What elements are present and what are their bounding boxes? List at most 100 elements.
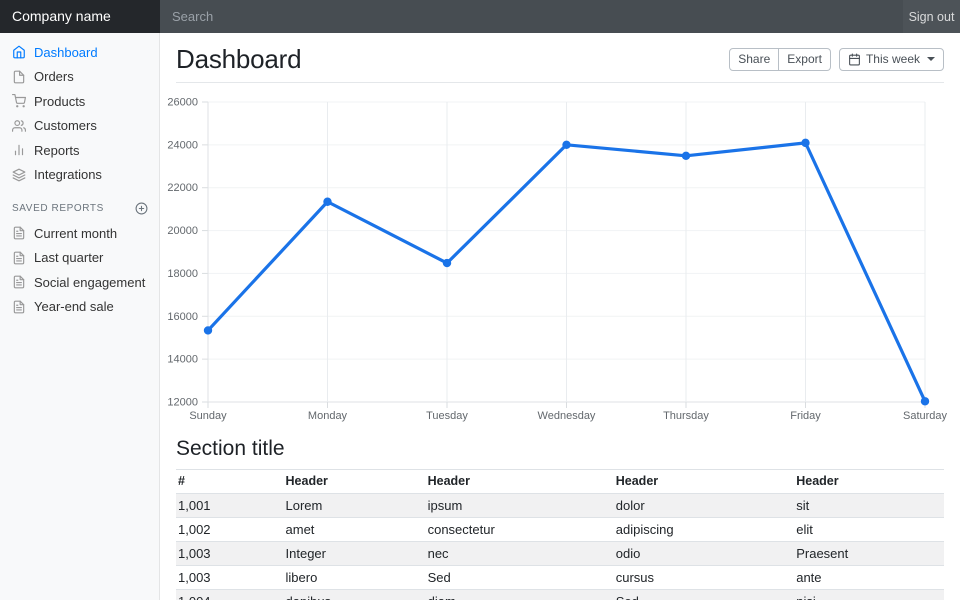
table-cell: 1,001 (176, 494, 284, 518)
saved-report-last-quarter[interactable]: Last quarter (0, 246, 160, 271)
table-row: 1,002ametconsecteturadipiscingelit (176, 518, 944, 542)
chart-point (204, 326, 212, 334)
table-row: 1,003liberoSedcursusante (176, 566, 944, 590)
share-export-group: Share Export (729, 48, 831, 70)
saved-reports-heading: Saved reports (0, 187, 160, 221)
table-cell: elit (794, 518, 944, 542)
file-text-icon (12, 275, 26, 289)
top-navbar: Company name Sign out (0, 0, 960, 33)
sidebar-item-products[interactable]: Products (0, 89, 160, 114)
y-tick-label: 20000 (167, 225, 198, 237)
main-content: Dashboard Share Export This week 2600024… (160, 33, 960, 600)
layers-icon (12, 168, 26, 182)
period-dropdown-button[interactable]: This week (839, 48, 944, 70)
sidebar-item-label: Dashboard (34, 45, 98, 60)
page-header: Dashboard Share Export This week (176, 33, 944, 83)
saved-reports-list: Current month Last quarter Social engageme… (0, 221, 160, 319)
file-text-icon (12, 300, 26, 314)
table-cell: odio (614, 542, 794, 566)
saved-report-label: Current month (34, 226, 117, 241)
table-head: #HeaderHeaderHeaderHeader (176, 470, 944, 494)
y-tick-label: 24000 (167, 139, 198, 151)
y-tick-label: 22000 (167, 182, 198, 194)
x-tick-label: Thursday (663, 410, 709, 422)
table-cell: nec (426, 542, 614, 566)
sidebar-item-label: Customers (34, 118, 97, 133)
sidebar-item-dashboard[interactable]: Dashboard (0, 40, 160, 65)
table-cell: Sed (614, 590, 794, 600)
brand-link[interactable]: Company name (0, 0, 160, 33)
sidebar-nav: Dashboard OrdersProducts Customers Reports I… (0, 40, 160, 187)
bar-chart-icon (12, 143, 26, 157)
table-cell: nisi (794, 590, 944, 600)
table-cell: Lorem (284, 494, 426, 518)
table-row: 1,004dapibusdiamSednisi (176, 590, 944, 600)
saved-report-label: Year-end sale (34, 299, 114, 314)
table-cell: diam (426, 590, 614, 600)
table-row: 1,003IntegernecodioPraesent (176, 542, 944, 566)
chart-point (682, 152, 690, 160)
section-title: Section title (176, 437, 944, 461)
table-cell: cursus (614, 566, 794, 590)
saved-report-social-engagement[interactable]: Social engagement (0, 270, 160, 295)
plus-circle-icon[interactable] (135, 202, 148, 215)
table-header-cell: # (176, 470, 284, 494)
export-button[interactable]: Export (779, 48, 831, 70)
search-wrap (160, 0, 903, 33)
y-tick-label: 12000 (167, 397, 198, 409)
calendar-icon (848, 53, 861, 66)
sidebar-item-customers[interactable]: Customers (0, 114, 160, 139)
data-table: #HeaderHeaderHeaderHeader 1,001Loremipsu… (176, 469, 944, 600)
chart-point (921, 397, 929, 405)
chart-point (562, 141, 570, 149)
table-cell: ante (794, 566, 944, 590)
table-cell: sit (794, 494, 944, 518)
table-cell: adipiscing (614, 518, 794, 542)
y-tick-label: 14000 (167, 354, 198, 366)
share-button[interactable]: Share (729, 48, 779, 70)
search-input[interactable] (160, 0, 903, 33)
table-cell: amet (284, 518, 426, 542)
weekly-line-chart: 2600024000220002000018000160001400012000… (176, 91, 944, 423)
x-tick-label: Sunday (189, 410, 227, 422)
sign-out-button[interactable]: Sign out (903, 0, 960, 33)
chart-point (443, 259, 451, 267)
saved-reports-label: Saved reports (12, 203, 104, 214)
y-tick-label: 26000 (167, 97, 198, 109)
users-icon (12, 119, 26, 133)
period-label: This week (866, 52, 920, 66)
page-title: Dashboard (176, 44, 301, 75)
y-tick-label: 18000 (167, 268, 198, 280)
y-tick-label: 16000 (167, 311, 198, 323)
saved-report-year-end-sale[interactable]: Year-end sale (0, 295, 160, 320)
table-cell: 1,002 (176, 518, 284, 542)
x-tick-label: Friday (790, 410, 821, 422)
table-header-cell: Header (614, 470, 794, 494)
table-header-cell: Header (794, 470, 944, 494)
table-body: 1,001Loremipsumdolorsit1,002ametconsecte… (176, 494, 944, 600)
table-cell: dapibus (284, 590, 426, 600)
table-header-cell: Header (426, 470, 614, 494)
saved-report-current-month[interactable]: Current month (0, 221, 160, 246)
sidebar: Dashboard OrdersProducts Customers Reports I… (0, 33, 160, 600)
saved-report-label: Social engagement (34, 275, 145, 290)
table-cell: consectetur (426, 518, 614, 542)
chart-point (323, 198, 331, 206)
sidebar-item-integrations[interactable]: Integrations (0, 163, 160, 188)
table-cell: Praesent (794, 542, 944, 566)
chevron-down-icon (927, 57, 935, 61)
sidebar-item-orders[interactable]: Orders (0, 65, 160, 90)
table-cell: 1,004 (176, 590, 284, 600)
table-cell: 1,003 (176, 542, 284, 566)
x-tick-label: Monday (308, 410, 348, 422)
sidebar-item-label: Reports (34, 143, 80, 158)
file-icon (12, 70, 26, 84)
shopping-cart-icon (12, 94, 26, 108)
table-cell: libero (284, 566, 426, 590)
sidebar-item-reports[interactable]: Reports (0, 138, 160, 163)
table-cell: 1,003 (176, 566, 284, 590)
table-cell: ipsum (426, 494, 614, 518)
saved-report-label: Last quarter (34, 250, 103, 265)
file-text-icon (12, 251, 26, 265)
file-text-icon (12, 226, 26, 240)
